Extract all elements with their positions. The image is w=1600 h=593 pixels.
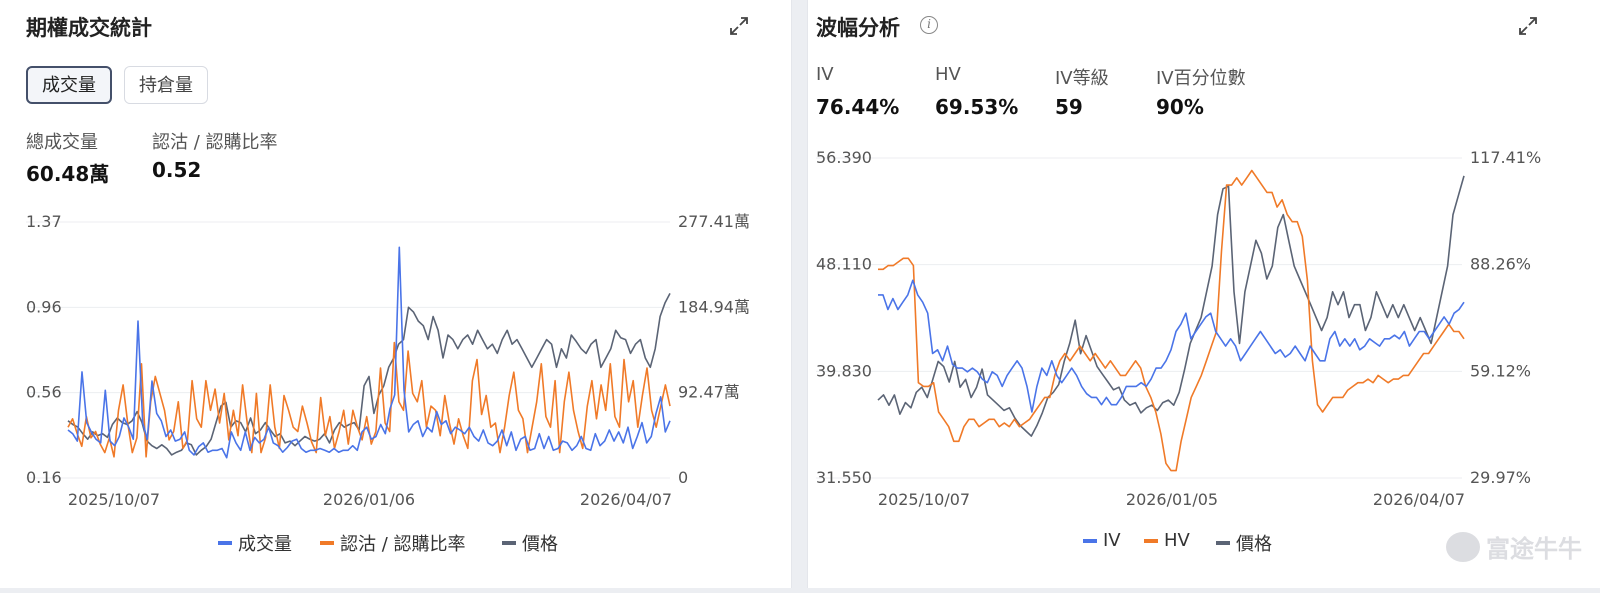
- left-axis-tick: 0.16: [26, 468, 62, 487]
- right-axis-tick: 277.41萬: [678, 212, 750, 231]
- right-axis-tick: 88.26%: [1470, 255, 1531, 274]
- x-axis-tick: 2026/01/05: [1126, 490, 1218, 509]
- legend-label: 價格: [1236, 534, 1272, 555]
- left-axis-tick: 0.96: [26, 297, 62, 316]
- legend-label: HV: [1164, 530, 1190, 551]
- right-axis-tick: 0: [678, 468, 688, 487]
- left-axis-tick: 1.37: [26, 212, 62, 231]
- volatility-chart: 56.390 48.110 39.830 31.550 117.41% 88.26% 59.…: [816, 148, 1541, 509]
- left-axis-tick: 39.830: [816, 361, 872, 380]
- legend-swatch: [218, 541, 232, 545]
- legend-swatch: [1216, 541, 1230, 545]
- watermark-text: 富途牛牛: [1486, 535, 1582, 563]
- x-axis-tick: 2025/10/07: [878, 490, 970, 509]
- left-axis-tick: 31.550: [816, 468, 872, 487]
- right-axis-tick: 29.97%: [1470, 468, 1531, 487]
- futu-logo-icon: [1446, 531, 1480, 562]
- x-axis-tick: 2025/10/07: [68, 490, 160, 509]
- legend-label: 成交量: [238, 534, 292, 555]
- series-line: [878, 169, 1465, 472]
- legend-swatch: [502, 541, 516, 545]
- legend-label: 價格: [522, 534, 558, 555]
- x-axis-tick: 2026/04/07: [580, 490, 672, 509]
- legend-volume: 成交量: [218, 530, 292, 556]
- series-line: [878, 279, 1465, 413]
- legend-hv: HV: [1144, 530, 1190, 551]
- right-axis-tick: 92.47萬: [678, 383, 740, 402]
- volatility-panel: 波幅分析 i IV 76.44% HV 69.53% IV等級 59 IV百分位…: [807, 0, 1600, 588]
- legend-swatch: [1083, 538, 1097, 543]
- legend-price: 價格: [1216, 530, 1272, 556]
- legend-put-call-ratio: 認沽 / 認購比率: [320, 530, 466, 556]
- legend-price: 價格: [502, 530, 558, 556]
- legend-iv: IV: [1083, 530, 1121, 551]
- x-axis-tick: 2026/04/07: [1373, 490, 1465, 509]
- watermark: 富途牛牛: [1446, 529, 1582, 564]
- right-axis-tick: 184.94萬: [678, 297, 750, 316]
- right-axis-tick: 117.41%: [1470, 148, 1541, 167]
- series-line: [877, 175, 1465, 437]
- right-axis-tick: 59.12%: [1470, 361, 1531, 380]
- left-axis-tick: 48.110: [816, 255, 872, 274]
- left-axis-tick: 56.390: [816, 148, 872, 167]
- option-volume-chart: 1.37 0.96 0.56 0.16 277.41萬 184.94萬 92.47萬 0 202…: [26, 212, 750, 509]
- legend-label: 認沽 / 認購比率: [340, 534, 466, 555]
- legend-swatch: [1144, 538, 1158, 543]
- option-volume-panel: 期權成交統計 成交量 持倉量 總成交量 60.48萬 認沽 / 認購比率 0.5…: [0, 0, 792, 588]
- legend-swatch: [320, 541, 334, 545]
- left-axis-tick: 0.56: [26, 383, 62, 402]
- x-axis-tick: 2026/01/06: [323, 490, 415, 509]
- legend-label: IV: [1103, 530, 1121, 551]
